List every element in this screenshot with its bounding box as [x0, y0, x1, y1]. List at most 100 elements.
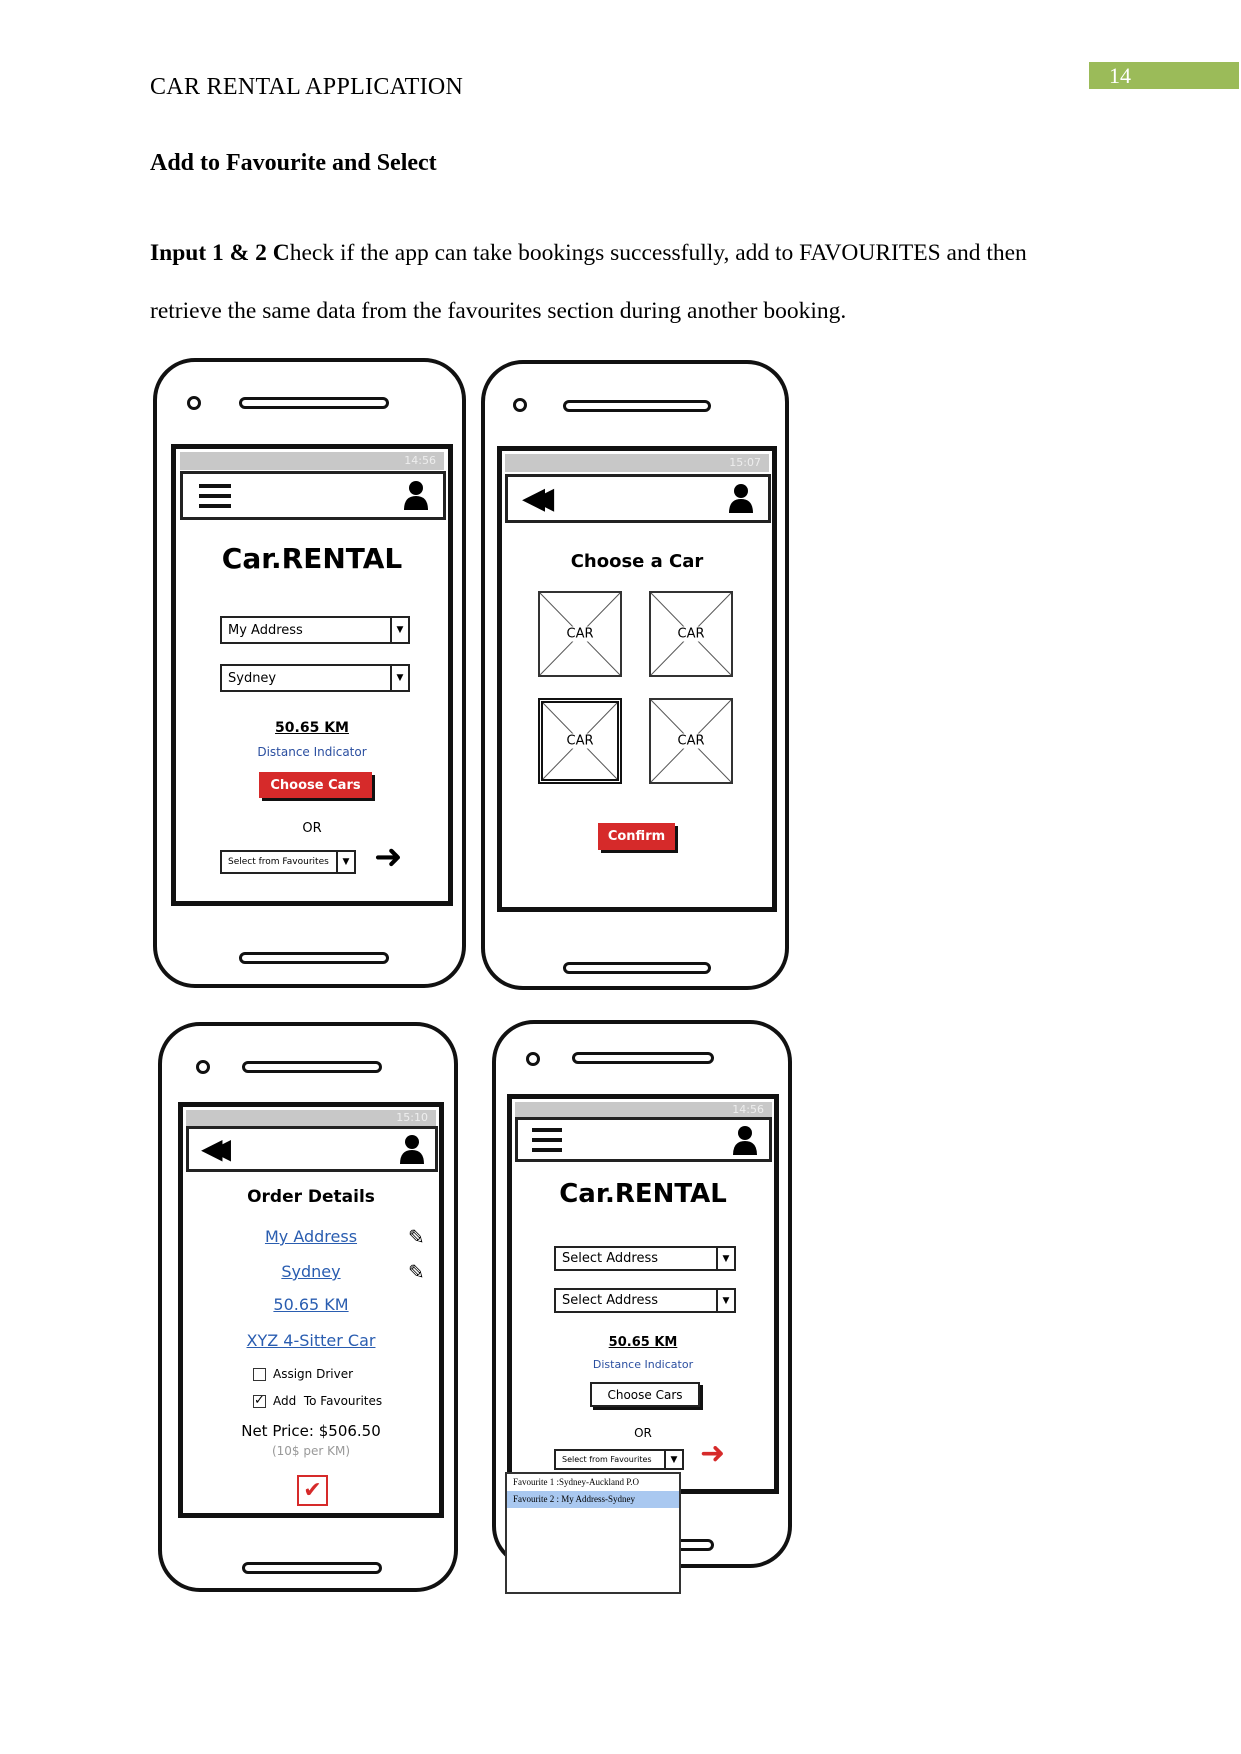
favourites-dropdown[interactable]: Select from Favourites ▼ — [220, 850, 356, 874]
screen: 14:56 Car.RENTAL My Address ▼ Sydney ▼ 50.… — [171, 444, 453, 906]
from-address-dropdown[interactable]: Select Address ▼ — [554, 1246, 736, 1271]
phone-mockup-home: 14:56 Car.RENTAL My Address ▼ Sydney ▼ 50.… — [153, 358, 466, 988]
paragraph-lead: Input 1 & 2 C — [150, 240, 290, 266]
status-bar: 14:56 — [180, 452, 444, 470]
chevron-down-icon: ▼ — [664, 1451, 682, 1468]
distance-link[interactable]: 50.65 KM — [183, 1295, 439, 1314]
to-address-dropdown[interactable]: Sydney ▼ — [220, 664, 410, 692]
add-favourites-checkbox[interactable]: ✓ Add To Favourites — [253, 1394, 382, 1408]
choose-cars-button[interactable]: Choose Cars — [259, 772, 372, 798]
user-icon[interactable] — [399, 1134, 425, 1164]
arrow-right-icon[interactable]: ➜ — [700, 1436, 725, 1471]
speaker-icon — [239, 397, 389, 409]
user-icon[interactable] — [732, 1125, 758, 1155]
car-option[interactable]: CAR — [649, 591, 733, 677]
from-address-dropdown[interactable]: My Address ▼ — [220, 616, 410, 644]
chevron-down-icon: ▼ — [336, 852, 354, 872]
toolbar: ◀◀ — [505, 474, 771, 523]
to-placeholder: Select Address — [562, 1293, 659, 1308]
app-title: Car.RENTAL — [559, 1179, 727, 1209]
status-bar: 15:07 — [505, 454, 769, 472]
or-label: OR — [302, 821, 322, 836]
page-number: 14 — [1089, 62, 1239, 89]
car-label: CAR — [675, 733, 707, 749]
speaker-icon — [242, 1562, 382, 1574]
car-label: CAR — [564, 626, 596, 642]
assign-driver-label: Assign Driver — [273, 1367, 354, 1381]
to-value: Sydney — [228, 670, 277, 686]
pencil-icon[interactable]: ✎ — [408, 1260, 425, 1284]
arrow-right-icon[interactable]: ➜ — [374, 837, 403, 877]
chevron-down-icon: ▼ — [716, 1290, 734, 1311]
or-label: OR — [634, 1426, 652, 1440]
speaker-icon — [563, 400, 711, 412]
speaker-icon — [563, 962, 711, 974]
menu-icon[interactable] — [199, 484, 231, 514]
from-placeholder: Select Address — [562, 1251, 659, 1266]
camera-icon — [196, 1060, 210, 1074]
phone-mockup-choose-car: 15:07 ◀◀ Choose a Car CAR CAR CAR CAR Co… — [481, 360, 789, 990]
checkbox-checked-icon: ✓ — [253, 1392, 266, 1408]
user-icon[interactable] — [403, 480, 429, 510]
favourite-option-highlighted[interactable]: Favourite 2 : My Address-Sydney — [507, 1491, 679, 1508]
car-option[interactable]: CAR — [538, 591, 622, 677]
toolbar — [180, 471, 446, 520]
to-address-dropdown[interactable]: Select Address ▼ — [554, 1288, 736, 1313]
speaker-icon — [572, 1052, 714, 1064]
screen: 15:10 ◀◀ Order Details My Address ✎ Sydn… — [178, 1102, 444, 1518]
favourites-placeholder: Select from Favourites — [228, 857, 329, 867]
distance-label: Distance Indicator — [592, 1358, 694, 1371]
page-title: Order Details — [247, 1187, 375, 1207]
chevron-down-icon: ▼ — [390, 666, 408, 690]
toolbar — [515, 1117, 772, 1162]
speaker-icon — [242, 1061, 382, 1073]
confirm-button[interactable]: Confirm — [598, 823, 675, 850]
from-address-link[interactable]: My Address — [183, 1227, 439, 1246]
camera-icon — [526, 1052, 540, 1066]
favourite-option[interactable]: Favourite 1 :Sydney-Auckland P.O — [507, 1474, 679, 1491]
camera-icon — [187, 396, 201, 410]
check-icon[interactable]: ✔ — [297, 1475, 328, 1506]
paragraph-line2: retrieve the same data from the favourit… — [150, 298, 847, 324]
camera-icon — [513, 398, 527, 412]
chevron-down-icon: ▼ — [716, 1248, 734, 1269]
section-heading: Add to Favourite and Select — [150, 150, 437, 176]
running-title: CAR RENTAL APPLICATION — [150, 74, 464, 100]
paragraph-line1: heck if the app can take bookings succes… — [289, 240, 1027, 266]
checkbox-unchecked-icon — [253, 1367, 266, 1381]
car-label: CAR — [564, 733, 596, 749]
favourites-placeholder: Select from Favourites — [562, 1455, 652, 1464]
speaker-icon — [239, 952, 389, 964]
status-bar: 14:56 — [515, 1102, 772, 1117]
pencil-icon[interactable]: ✎ — [408, 1225, 425, 1249]
screen: 14:56 Car.RENTAL Select Address ▼ Select … — [507, 1094, 779, 1494]
from-value: My Address — [228, 622, 303, 638]
car-label: CAR — [675, 626, 707, 642]
choose-cars-button[interactable]: Choose Cars — [590, 1382, 700, 1407]
favourites-dropdown[interactable]: Select from Favourites ▼ — [554, 1449, 684, 1470]
assign-driver-checkbox[interactable]: Assign Driver — [253, 1367, 353, 1381]
toolbar: ◀◀ — [186, 1126, 438, 1172]
app-title: Car.RENTAL — [221, 542, 403, 575]
back-icon[interactable]: ◀◀ — [201, 1132, 231, 1165]
chevron-down-icon: ▼ — [390, 618, 408, 642]
car-option[interactable]: CAR — [649, 698, 733, 784]
rate-label: (10$ per KM) — [271, 1444, 351, 1458]
car-option-selected[interactable]: CAR — [538, 698, 622, 784]
net-price: Net Price: $506.50 — [241, 1422, 381, 1440]
menu-icon[interactable] — [532, 1128, 562, 1158]
distance-value: 50.65 KM — [608, 1335, 678, 1350]
car-link[interactable]: XYZ 4-Sitter Car — [183, 1331, 439, 1350]
screen: 15:07 ◀◀ Choose a Car CAR CAR CAR CAR Co… — [497, 446, 777, 912]
distance-value: 50.65 KM — [275, 720, 349, 736]
distance-label: Distance Indicator — [257, 745, 367, 759]
phone-mockup-order-details: 15:10 ◀◀ Order Details My Address ✎ Sydn… — [158, 1022, 458, 1592]
page-title: Choose a Car — [570, 551, 704, 572]
favourites-list: Favourite 1 :Sydney-Auckland P.O Favouri… — [505, 1472, 681, 1594]
paragraph: Input 1 & 2 Check if the app can take bo… — [150, 224, 1110, 340]
user-icon[interactable] — [728, 483, 754, 513]
add-favourites-label: Add To Favourites — [273, 1394, 383, 1408]
to-address-link[interactable]: Sydney — [183, 1262, 439, 1281]
status-bar: 15:10 — [186, 1110, 436, 1126]
back-icon[interactable]: ◀◀ — [522, 481, 554, 516]
